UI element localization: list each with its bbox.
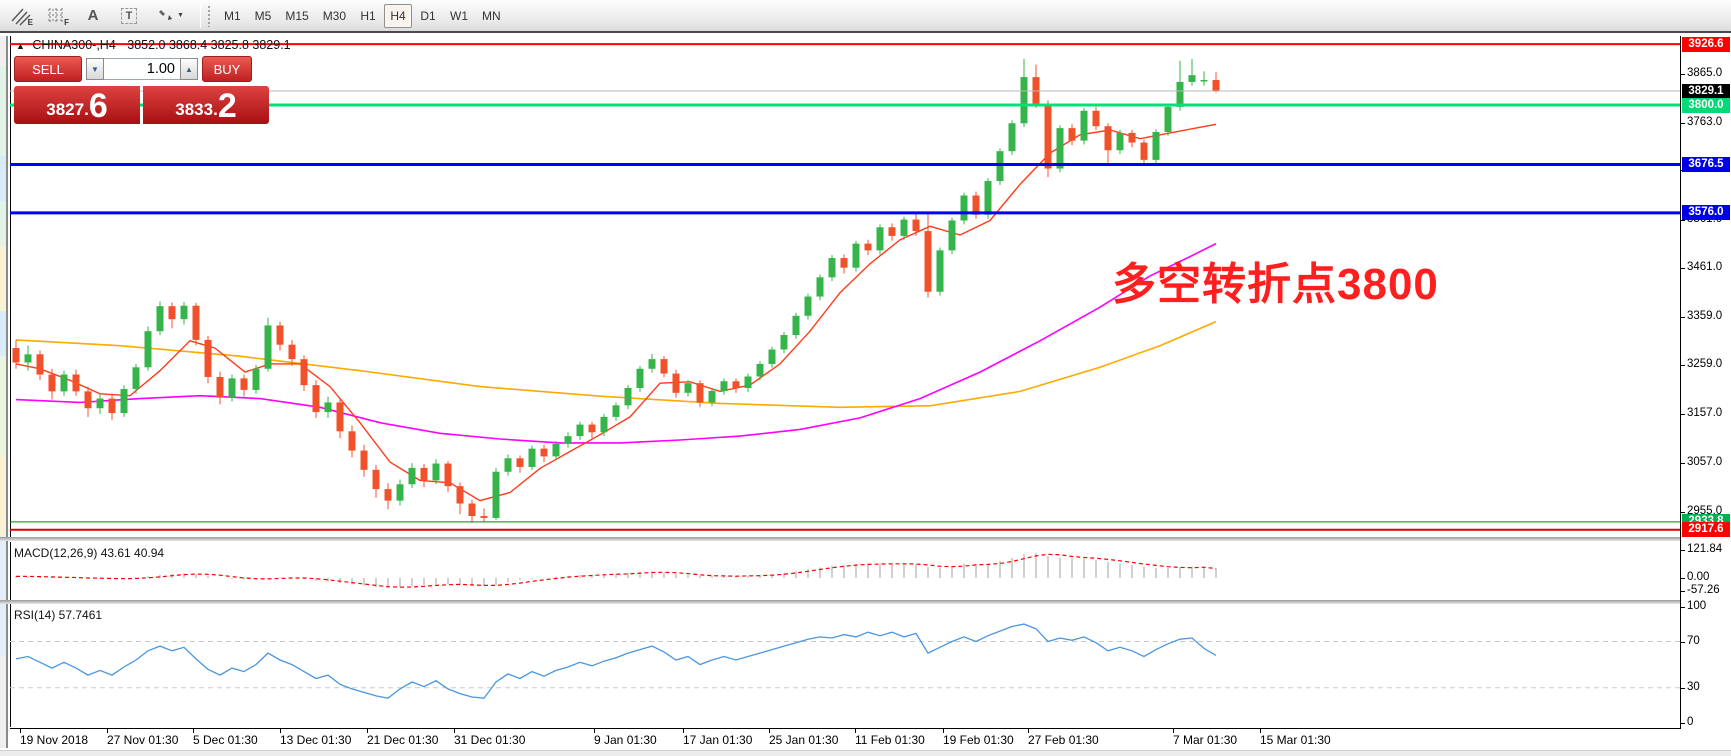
sell-button[interactable]: SELL xyxy=(14,56,82,82)
volume-stepper: ▼ ▲ xyxy=(86,58,198,80)
macd-axis-label: -57.26 xyxy=(1687,584,1720,596)
price-tick-label: 3461.0 xyxy=(1687,261,1722,273)
macd-tick-mark xyxy=(1681,578,1685,579)
buy-button[interactable]: BUY xyxy=(202,56,252,82)
macd-tick-mark xyxy=(1681,550,1685,551)
price-tick-mark xyxy=(1681,268,1685,269)
chart-title: ▲ CHINA300-,H4 3852.0 3868.4 3825.8 3829… xyxy=(16,38,291,52)
ohlc-values: 3852.0 3868.4 3825.8 3829.1 xyxy=(127,38,290,52)
macd-tick-mark xyxy=(1681,591,1685,592)
symbol-triangle-icon: ▲ xyxy=(16,41,25,51)
price-tick-mark xyxy=(1681,512,1685,513)
macd-axis-label: 121.84 xyxy=(1687,543,1722,555)
volume-increase-button[interactable]: ▲ xyxy=(180,58,198,80)
price-badge: 3926.6 xyxy=(1682,37,1730,52)
price-tick-label: 3057.0 xyxy=(1687,456,1722,468)
price-badge: 3676.5 xyxy=(1682,157,1730,172)
rsi-tick-mark xyxy=(1681,642,1685,643)
macd-layer xyxy=(16,553,1216,588)
price-badge: 3800.0 xyxy=(1682,98,1730,113)
price-badge: 3829.1 xyxy=(1682,84,1730,99)
rsi-tick-mark xyxy=(1681,607,1685,608)
rsi-layer xyxy=(10,624,1680,698)
rsi-axis-label: 30 xyxy=(1687,681,1700,693)
volume-decrease-button[interactable]: ▼ xyxy=(86,58,104,80)
candles-layer xyxy=(13,59,1220,523)
rsi-axis-label: 0 xyxy=(1687,716,1693,728)
caret-up-icon: ▲ xyxy=(185,65,193,74)
caret-down-icon: ▼ xyxy=(91,65,99,74)
one-click-trading-panel: SELL ▼ ▲ BUY 3827.6 3833.2 xyxy=(14,55,270,124)
sell-price-box[interactable]: 3827.6 xyxy=(14,86,140,124)
price-badge: 3576.0 xyxy=(1682,205,1730,220)
buy-price-big-digit: 2 xyxy=(218,92,237,121)
symbol-period-label: CHINA300-,H4 xyxy=(32,38,115,52)
rsi-label: RSI(14) 57.7461 xyxy=(14,608,102,622)
buy-price-box[interactable]: 3833.2 xyxy=(143,86,269,124)
chart-annotation-text: 多空转折点3800 xyxy=(1112,248,1439,312)
price-scale[interactable]: 3865.03763.03665.03561.03461.03359.03259… xyxy=(1681,36,1731,728)
price-tick-mark xyxy=(1681,123,1685,124)
rsi-axis-label: 70 xyxy=(1687,635,1700,647)
trading-terminal-window: E F A T ▼ M1M5M15M30H1H4D1W1MN xyxy=(0,0,1731,756)
rsi-tick-mark xyxy=(1681,723,1685,724)
price-tick-mark xyxy=(1681,365,1685,366)
buy-price-main: 3833. xyxy=(175,101,218,118)
price-tick-label: 3259.0 xyxy=(1687,358,1722,370)
sell-price-main: 3827. xyxy=(46,101,89,118)
macd-label: MACD(12,26,9) 43.61 40.94 xyxy=(14,546,164,560)
macd-axis-label: 0.00 xyxy=(1687,571,1709,583)
price-tick-mark xyxy=(1681,317,1685,318)
sell-price-big-digit: 6 xyxy=(89,92,108,121)
price-tick-mark xyxy=(1681,463,1685,464)
rsi-axis-label: 100 xyxy=(1687,600,1706,612)
price-tick-label: 3763.0 xyxy=(1687,116,1722,128)
price-tick-mark xyxy=(1681,74,1685,75)
price-badge: 2917.6 xyxy=(1682,522,1730,537)
volume-input[interactable] xyxy=(104,58,180,80)
price-tick-label: 3157.0 xyxy=(1687,407,1722,419)
price-tick-label: 3359.0 xyxy=(1687,310,1722,322)
price-tick-mark xyxy=(1681,414,1685,415)
price-tick-label: 3865.0 xyxy=(1687,67,1722,79)
rsi-tick-mark xyxy=(1681,688,1685,689)
